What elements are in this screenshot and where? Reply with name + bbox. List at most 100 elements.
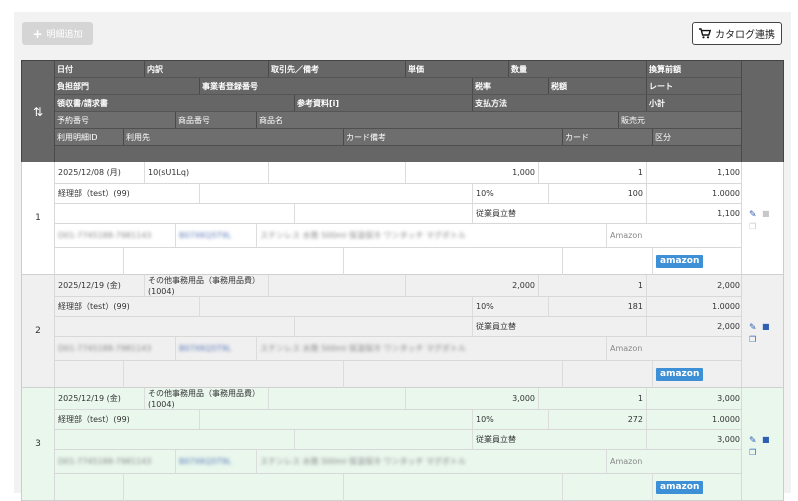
cell-seller: Amazon <box>606 337 743 360</box>
copy-icon[interactable]: ❐ <box>749 223 756 231</box>
line-row-4: D01-7745188-7981143 B07XKQ5T9L ステンレス 水筒 … <box>55 450 741 474</box>
header-row-5: 利用明細ID 利用先 カード備考 カード 区分 <box>55 129 741 146</box>
cell-card <box>562 474 652 501</box>
table-row[interactable]: 3 2025/12/19 (金) その他事務用品（事務用品費）(1004) 3,… <box>21 388 784 501</box>
product-name-blurred: ステンレス 水筒 500ml 保温保冷 ワンタッチ マグボトル <box>260 231 466 240</box>
pencil-icon[interactable]: ✎ <box>749 211 757 220</box>
cell-department: 経理部（test）(99) <box>58 302 130 311</box>
copy-icon[interactable]: ❐ <box>749 449 756 457</box>
table-row[interactable]: 1 2025/12/08 (月) 10(sU1Lq) 1,000 1 1,100… <box>21 162 784 275</box>
cell-tax-amount: 100 <box>548 184 646 203</box>
cell-unit-price: 3,000 <box>405 388 538 409</box>
row-actions: ✎ ■ ❐ <box>741 275 783 387</box>
line-row-3: 従業員立替 1,100 <box>55 204 741 224</box>
cell-tax-rate: 10% <box>472 410 548 429</box>
cell-department: 経理部（test）(99) <box>58 189 130 198</box>
cell-subtotal: 2,000 <box>646 317 743 336</box>
cell-reference <box>294 430 472 449</box>
header-row-1: 日付 内訳 取引先／備考 単価 数量 換算前額 <box>55 61 741 78</box>
cell-tax-amount: 181 <box>548 297 646 316</box>
cell-reference <box>294 204 472 223</box>
header-partner-note: 取引先／備考 <box>268 61 405 77</box>
cell-tax-amount: 272 <box>548 410 646 429</box>
cell-registration-no <box>199 184 472 203</box>
cell-product-no: B07XKQ5T9L <box>175 337 256 360</box>
row-number: 1 <box>22 162 55 274</box>
header-row-4: 予約番号 商品番号 商品名 販売元 <box>55 112 741 129</box>
amazon-badge: amazon <box>656 255 704 268</box>
line-row-1: 2025/12/19 (金) その他事務用品（事務用品費）(1004) 3,00… <box>55 388 741 410</box>
cell-quantity: 1 <box>538 388 646 409</box>
cell-product-no: B07XKQ5T9L <box>175 450 256 473</box>
cell-quantity: 1 <box>538 275 646 296</box>
cell-date: 2025/12/19 (金) <box>58 394 121 403</box>
trash-icon[interactable]: ■ <box>762 323 770 331</box>
cell-payment-method: 従業員立替 <box>472 317 646 336</box>
header-subtotal: 小計 <box>646 95 743 111</box>
cell-usage-place <box>123 248 343 275</box>
header-category: 区分 <box>652 129 743 145</box>
header-rate: レート <box>646 78 743 94</box>
header-receipt-invoice: 領収書/請求書 <box>57 99 108 108</box>
cell-reservation-no: D01-7745188-7981143 <box>55 224 175 247</box>
cell-breakdown: その他事務用品（事務用品費）(1004) <box>144 275 268 296</box>
header-product-no: 商品番号 <box>175 112 256 128</box>
header-breakdown: 内訳 <box>144 61 268 77</box>
trash-icon[interactable]: ■ <box>762 210 770 218</box>
amazon-badge: amazon <box>656 368 704 381</box>
cell-subtotal: 3,000 <box>646 430 743 449</box>
cell-tax-rate: 10% <box>472 184 548 203</box>
cell-rate: 1.0000 <box>646 297 743 316</box>
table-row[interactable]: 2 2025/12/19 (金) その他事務用品（事務用品費）(1004) 2,… <box>21 275 784 388</box>
header-quantity: 数量 <box>508 61 646 77</box>
row-actions: ✎ ■ ❐ <box>741 388 783 500</box>
cell-payment-method: 従業員立替 <box>472 204 646 223</box>
cell-receipt-invoice <box>55 430 294 449</box>
cell-subtotal: 1,100 <box>646 204 743 223</box>
row-number: 3 <box>22 388 55 500</box>
line-row-5: amazon <box>55 361 741 388</box>
product-name-blurred: ステンレス 水筒 500ml 保温保冷 ワンタッチ マグボトル <box>260 344 466 353</box>
add-line-button[interactable]: + 明細追加 <box>22 22 93 45</box>
header-tax-amount: 税額 <box>548 78 646 94</box>
table-header: ⇅ 日付 内訳 取引先／備考 単価 数量 換算前額 負担部門 事業者登録番号 税… <box>21 60 784 163</box>
cell-card-note <box>343 361 562 388</box>
cell-tax-rate: 10% <box>472 297 548 316</box>
header-registration-no: 事業者登録番号 <box>199 78 472 94</box>
product-no-blurred: B07XKQ5T9L <box>179 231 232 240</box>
header-pre-amount: 換算前額 <box>646 61 743 77</box>
reservation-no-blurred: D01-7745188-7981143 <box>58 231 152 240</box>
cell-payment-method: 従業員立替 <box>472 430 646 449</box>
header-usage-place: 利用先 <box>123 129 343 145</box>
row-actions: ✎ ■ ❐ <box>741 162 783 274</box>
cell-pre-amount: 2,000 <box>646 275 743 296</box>
line-row-4: D01-7745188-7981143 B07XKQ5T9L ステンレス 水筒 … <box>55 224 741 248</box>
cell-partner-note <box>268 388 405 409</box>
cart-icon <box>699 28 711 39</box>
cell-seller: Amazon <box>606 224 743 247</box>
catalog-link-button[interactable]: カタログ連携 <box>692 22 782 45</box>
cell-date: 2025/12/08 (月) <box>58 168 121 177</box>
amazon-badge: amazon <box>656 481 704 494</box>
line-row-5: amazon <box>55 474 741 501</box>
sort-arrows-icon[interactable]: ⇅ <box>22 61 55 163</box>
header-date: 日付 <box>57 65 73 74</box>
plus-icon: + <box>32 26 43 41</box>
line-row-2: 経理部（test）(99) 10% 100 1.0000 <box>55 184 741 204</box>
cell-product-name: ステンレス 水筒 500ml 保温保冷 ワンタッチ マグボトル <box>256 450 606 473</box>
cell-department: 経理部（test）(99) <box>58 415 130 424</box>
line-row-3: 従業員立替 2,000 <box>55 317 741 337</box>
line-row-1: 2025/12/19 (金) その他事務用品（事務用品費）(1004) 2,00… <box>55 275 741 297</box>
pencil-icon[interactable]: ✎ <box>749 324 757 333</box>
cell-registration-no <box>199 410 472 429</box>
trash-icon[interactable]: ■ <box>762 436 770 444</box>
cell-category: amazon <box>652 474 743 501</box>
line-row-2: 経理部（test）(99) 10% 272 1.0000 <box>55 410 741 430</box>
header-unit-price: 単価 <box>405 61 508 77</box>
cell-partner-note <box>268 162 405 183</box>
cell-date: 2025/12/19 (金) <box>58 281 121 290</box>
pencil-icon[interactable]: ✎ <box>749 437 757 446</box>
copy-icon[interactable]: ❐ <box>749 336 756 344</box>
line-row-3: 従業員立替 3,000 <box>55 430 741 450</box>
line-row-2: 経理部（test）(99) 10% 181 1.0000 <box>55 297 741 317</box>
